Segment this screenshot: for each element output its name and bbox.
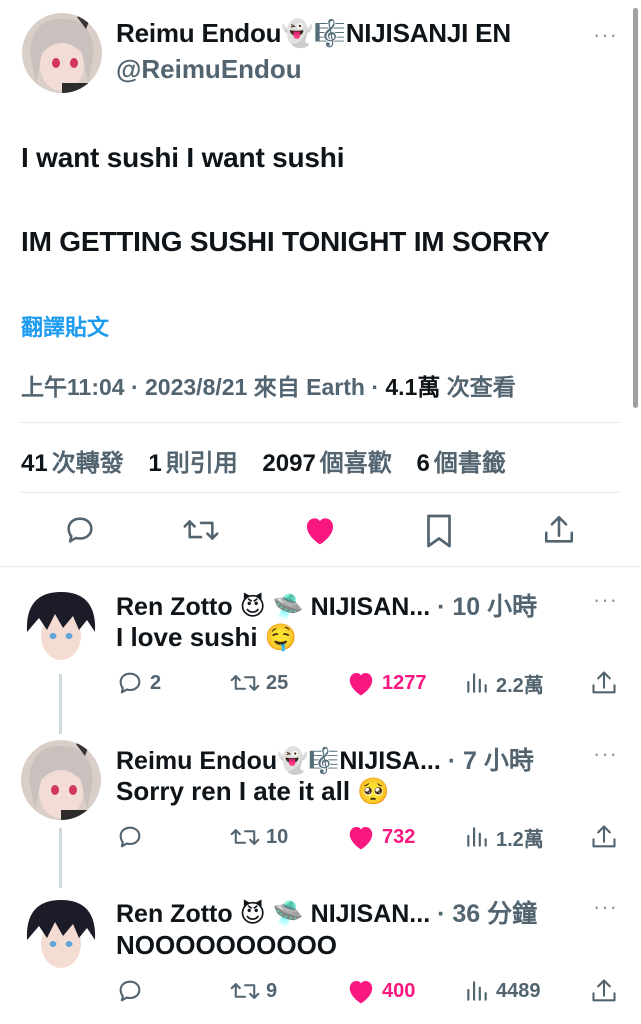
- tweet-date[interactable]: 2023/8/21: [145, 374, 247, 400]
- views-count: 4.1萬: [385, 374, 441, 400]
- author-handle[interactable]: @ReimuEndou: [116, 54, 302, 85]
- source-prefix: 來自: [253, 374, 300, 400]
- bookmark-icon[interactable]: [425, 513, 453, 549]
- reply-action-like[interactable]: 732: [346, 822, 415, 852]
- thread-line: [59, 828, 62, 888]
- quotes-stat[interactable]: 1 則引用: [148, 450, 237, 477]
- reimu-avatar[interactable]: [22, 13, 102, 93]
- views-label: 次查看: [446, 374, 516, 400]
- reply-author-name[interactable]: Ren Zotto 😈 🛸 NIJISAN...: [116, 900, 430, 928]
- quotes-count: 1: [148, 450, 162, 477]
- reply-action-like[interactable]: 1277: [346, 668, 427, 698]
- more-icon[interactable]: ···: [593, 22, 618, 48]
- bookmarks-stat[interactable]: 6 個書籤: [416, 450, 505, 477]
- reply-icon: [119, 980, 141, 1002]
- more-icon[interactable]: ···: [593, 587, 618, 613]
- reply-action-reply[interactable]: [116, 976, 150, 1006]
- share-icon[interactable]: [590, 668, 618, 698]
- like-icon-active: [349, 981, 373, 1004]
- ren-avatar[interactable]: [21, 894, 101, 974]
- tweet-source: Earth: [306, 374, 365, 400]
- ren-avatar[interactable]: [21, 586, 101, 666]
- reply-time[interactable]: 36 分鐘: [452, 900, 537, 928]
- retweet-count: 10: [266, 825, 289, 848]
- divider: [20, 492, 620, 493]
- reply-action-reply[interactable]: [116, 822, 150, 852]
- likes-stat[interactable]: 2097 個喜歡: [262, 450, 391, 477]
- bookmarks-count: 6: [416, 450, 430, 477]
- tweet-text-line1: I want sushi I want sushi: [21, 142, 345, 173]
- views-icon: [467, 981, 487, 1001]
- tweet-meta: 上午11:04 · 2023/8/21 來自 Earth · 4.1萬 次查看: [21, 374, 516, 400]
- quotes-label: 則引用: [165, 450, 238, 477]
- reply-text: NOOOOOOOOOO: [116, 930, 338, 960]
- scrollbar[interactable]: [633, 8, 638, 408]
- like-icon-active: [349, 827, 373, 850]
- more-icon[interactable]: ···: [593, 894, 618, 920]
- reply-header: Reimu Endou👻🎼NIJISA... · 7 小時: [116, 747, 534, 775]
- reply-action-like[interactable]: 400: [346, 976, 415, 1006]
- reply-author-name[interactable]: Ren Zotto 😈 🛸 NIJISAN...: [116, 593, 430, 621]
- retweet-icon: [230, 675, 260, 691]
- reply-text: Sorry ren I ate it all 🥺: [116, 776, 390, 806]
- like-count: 400: [382, 979, 416, 1002]
- reply-author-name[interactable]: Reimu Endou👻🎼NIJISA...: [116, 747, 441, 775]
- reply-icon: [119, 672, 141, 694]
- divider: [0, 566, 641, 567]
- reply-icon[interactable]: [63, 513, 97, 547]
- tweet-stats: 41 次轉發 1 則引用 2097 個喜歡 6 個書籤: [21, 443, 524, 478]
- reimu-avatar[interactable]: [21, 740, 101, 820]
- share-icon[interactable]: [542, 512, 576, 548]
- like-icon-active[interactable]: [302, 514, 338, 546]
- translate-link[interactable]: 翻譯貼文: [21, 310, 109, 342]
- retweet-count: 25: [266, 671, 289, 694]
- share-icon[interactable]: [590, 822, 618, 852]
- reply-action-reply[interactable]: 2: [116, 668, 161, 698]
- author-name[interactable]: Reimu Endou👻🎼NIJISANJI EN: [116, 18, 511, 49]
- reply-header: Ren Zotto 😈 🛸 NIJISAN... · 36 分鐘: [116, 900, 538, 928]
- view-count: 2.2萬: [496, 674, 544, 697]
- retweet-icon: [230, 983, 260, 999]
- reply-time[interactable]: 7 小時: [463, 747, 534, 775]
- retweet-count: 9: [266, 979, 278, 1002]
- divider: [20, 422, 620, 423]
- retweets-label: 次轉發: [51, 450, 124, 477]
- reply-action-retweet[interactable]: 25: [230, 668, 288, 698]
- reply-text: I love sushi 🤤: [116, 622, 298, 652]
- share-icon[interactable]: [590, 976, 618, 1006]
- more-icon[interactable]: ···: [593, 741, 618, 767]
- reply-count: 2: [150, 671, 162, 694]
- retweet-icon: [230, 829, 260, 845]
- reply-time[interactable]: 10 小時: [452, 593, 537, 621]
- like-count: 1277: [382, 671, 427, 694]
- view-count: 4489: [496, 979, 541, 1002]
- views-icon: [467, 827, 487, 847]
- retweets-count: 41: [21, 450, 48, 477]
- like-count: 732: [382, 825, 416, 848]
- reply-icon: [119, 826, 141, 848]
- tweet-text-line2: IM GETTING SUSHI TONIGHT IM SORRY: [21, 226, 550, 257]
- retweet-icon[interactable]: [182, 513, 220, 547]
- reply-action-views[interactable]: 4489: [464, 976, 541, 1006]
- reply-header: Ren Zotto 😈 🛸 NIJISAN... · 10 小時: [116, 593, 538, 621]
- reply-action-views[interactable]: 1.2萬: [464, 822, 544, 852]
- thread-line: [59, 674, 62, 734]
- view-count: 1.2萬: [496, 828, 544, 851]
- reply-action-retweet[interactable]: 9: [230, 976, 277, 1006]
- retweets-stat[interactable]: 41 次轉發: [21, 450, 124, 477]
- likes-count: 2097: [262, 450, 316, 477]
- likes-label: 個喜歡: [319, 450, 392, 477]
- views-icon: [467, 673, 487, 693]
- reply-action-retweet[interactable]: 10: [230, 822, 288, 852]
- bookmarks-label: 個書籤: [433, 450, 506, 477]
- like-icon-active: [349, 673, 373, 696]
- reply-action-views[interactable]: 2.2萬: [464, 668, 544, 698]
- tweet-time[interactable]: 上午11:04: [21, 374, 125, 400]
